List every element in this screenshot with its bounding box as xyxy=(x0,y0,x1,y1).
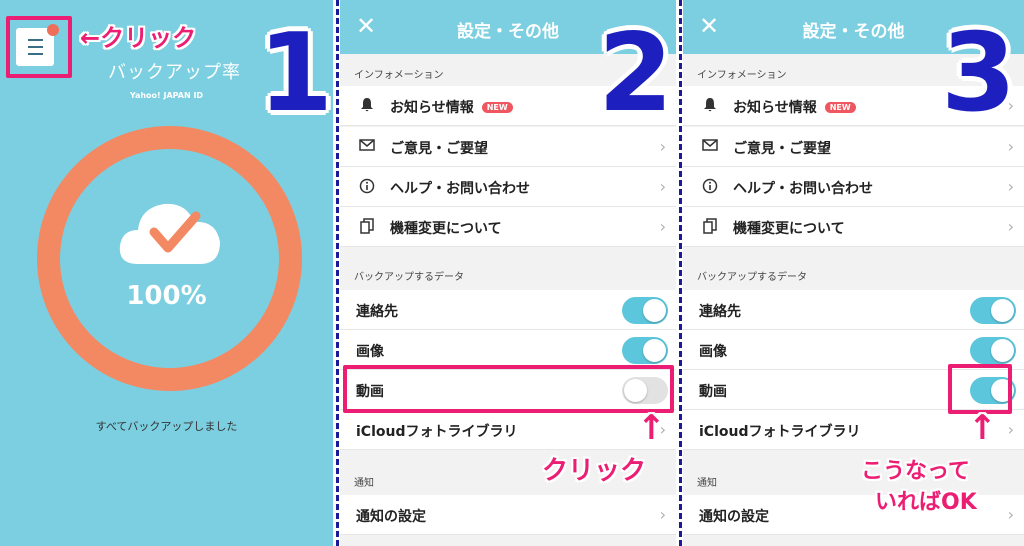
menu-item-device-change[interactable]: 機種変更について › xyxy=(340,207,676,247)
menu-item-label: 機種変更について xyxy=(733,221,845,237)
up-arrow-icon: ↑ xyxy=(637,408,666,448)
menu-item-label: 機種変更について xyxy=(390,221,502,237)
info-icon xyxy=(701,178,719,196)
up-arrow-icon: ↑ xyxy=(968,408,997,448)
section-notification: 通知 xyxy=(354,478,374,489)
backup-screen: ←クリック バックアップ率 Yahoo! JAPAN ID 100% すべてバッ… xyxy=(0,0,333,546)
backup-percent: 100% xyxy=(126,281,207,311)
toggle-label: 連絡先 xyxy=(356,304,398,320)
toggle-label: 連絡先 xyxy=(699,304,741,320)
mail-icon xyxy=(701,138,719,156)
chevron-right-icon: › xyxy=(1007,505,1014,524)
menu-item-label: iCloudフォトライブラリ xyxy=(699,424,861,440)
new-badge: NEW xyxy=(824,102,856,113)
ok-annotation-line2: いればOK xyxy=(875,490,977,515)
toggle-label: 画像 xyxy=(356,344,384,360)
backup-rate-title: バックアップ率 xyxy=(108,62,241,83)
toggle-knob xyxy=(643,299,666,322)
menu-item-label: お知らせ情報 NEW xyxy=(733,97,856,117)
menu-item-label: ヘルプ・お問い合わせ xyxy=(733,181,873,197)
toggle-row-images: 画像 xyxy=(340,330,676,370)
chevron-right-icon: › xyxy=(659,505,666,524)
menu-item-help[interactable]: ヘルプ・お問い合わせ › xyxy=(683,167,1024,207)
menu-item-label: ご意見・ご要望 xyxy=(733,141,831,157)
chevron-right-icon: › xyxy=(659,177,666,196)
chevron-right-icon: › xyxy=(659,137,666,156)
toggle-label: 動画 xyxy=(699,384,727,400)
chevron-right-icon: › xyxy=(1007,137,1014,156)
video-row-highlight-box xyxy=(343,365,674,413)
toggle-row-contacts: 連絡先 xyxy=(683,290,1024,330)
menu-item-label: 通知の設定 xyxy=(699,509,769,525)
contacts-toggle[interactable] xyxy=(970,297,1016,324)
copy-icon xyxy=(701,218,719,236)
images-toggle[interactable] xyxy=(622,337,668,364)
video-toggle-highlight-box xyxy=(948,364,1012,414)
tutorial-image: ←クリック バックアップ率 Yahoo! JAPAN ID 100% すべてバッ… xyxy=(0,0,1024,546)
section-information: インフォメーション xyxy=(354,70,444,81)
panel-divider xyxy=(679,0,682,546)
bell-icon xyxy=(358,97,376,115)
toggle-label: 画像 xyxy=(699,344,727,360)
cloud-check-icon xyxy=(119,203,220,264)
settings-screen-step3: ✕ 設定・その他 インフォメーション お知らせ情報 NEW › ご意見・ご要望 ›… xyxy=(683,0,1024,546)
toggle-row-contacts: 連絡先 xyxy=(340,290,676,330)
menu-item-notification-settings[interactable]: 通知の設定 › xyxy=(340,495,676,535)
chevron-right-icon: › xyxy=(1007,177,1014,196)
images-toggle[interactable] xyxy=(970,337,1016,364)
mail-icon xyxy=(358,138,376,156)
info-icon xyxy=(358,178,376,196)
menu-item-label: 通知の設定 xyxy=(356,509,426,525)
step-number-2: 2 xyxy=(598,11,674,136)
backup-status: すべてバックアップしました xyxy=(95,420,238,433)
bell-icon xyxy=(701,97,719,115)
menu-item-icloud[interactable]: iCloudフォトライブラリ › xyxy=(340,410,676,450)
click-annotation: ←クリック xyxy=(80,24,197,52)
settings-screen-step2: ✕ 設定・その他 インフォメーション お知らせ情報 NEW › ご意見・ご要望 ›… xyxy=(340,0,676,546)
menu-item-device-change[interactable]: 機種変更について › xyxy=(683,207,1024,247)
panel-divider xyxy=(336,0,339,546)
section-notification: 通知 xyxy=(697,478,717,489)
toggle-knob xyxy=(643,339,666,362)
section-backup-data: バックアップするデータ xyxy=(354,272,464,283)
toggle-knob xyxy=(991,339,1014,362)
new-badge: NEW xyxy=(481,102,513,113)
section-information: インフォメーション xyxy=(697,70,787,81)
step-number-1: 1 xyxy=(258,11,333,136)
chevron-right-icon: › xyxy=(1007,217,1014,236)
contacts-toggle[interactable] xyxy=(622,297,668,324)
menu-item-label: iCloudフォトライブラリ xyxy=(356,424,518,440)
chevron-right-icon: › xyxy=(659,217,666,236)
copy-icon xyxy=(358,218,376,236)
chevron-right-icon: › xyxy=(1007,420,1014,439)
menu-item-label: お知らせ情報 NEW xyxy=(390,97,513,117)
menu-item-help[interactable]: ヘルプ・お問い合わせ › xyxy=(340,167,676,207)
menu-item-label: ヘルプ・お問い合わせ xyxy=(390,181,530,197)
menu-item-label: ご意見・ご要望 xyxy=(390,141,488,157)
step-number-3: 3 xyxy=(941,11,1017,136)
ok-annotation-line1: こうなって xyxy=(861,459,970,484)
section-backup-data: バックアップするデータ xyxy=(697,272,807,283)
click-annotation: クリック xyxy=(542,456,647,486)
toggle-knob xyxy=(991,299,1014,322)
menu-highlight-box xyxy=(6,16,72,78)
